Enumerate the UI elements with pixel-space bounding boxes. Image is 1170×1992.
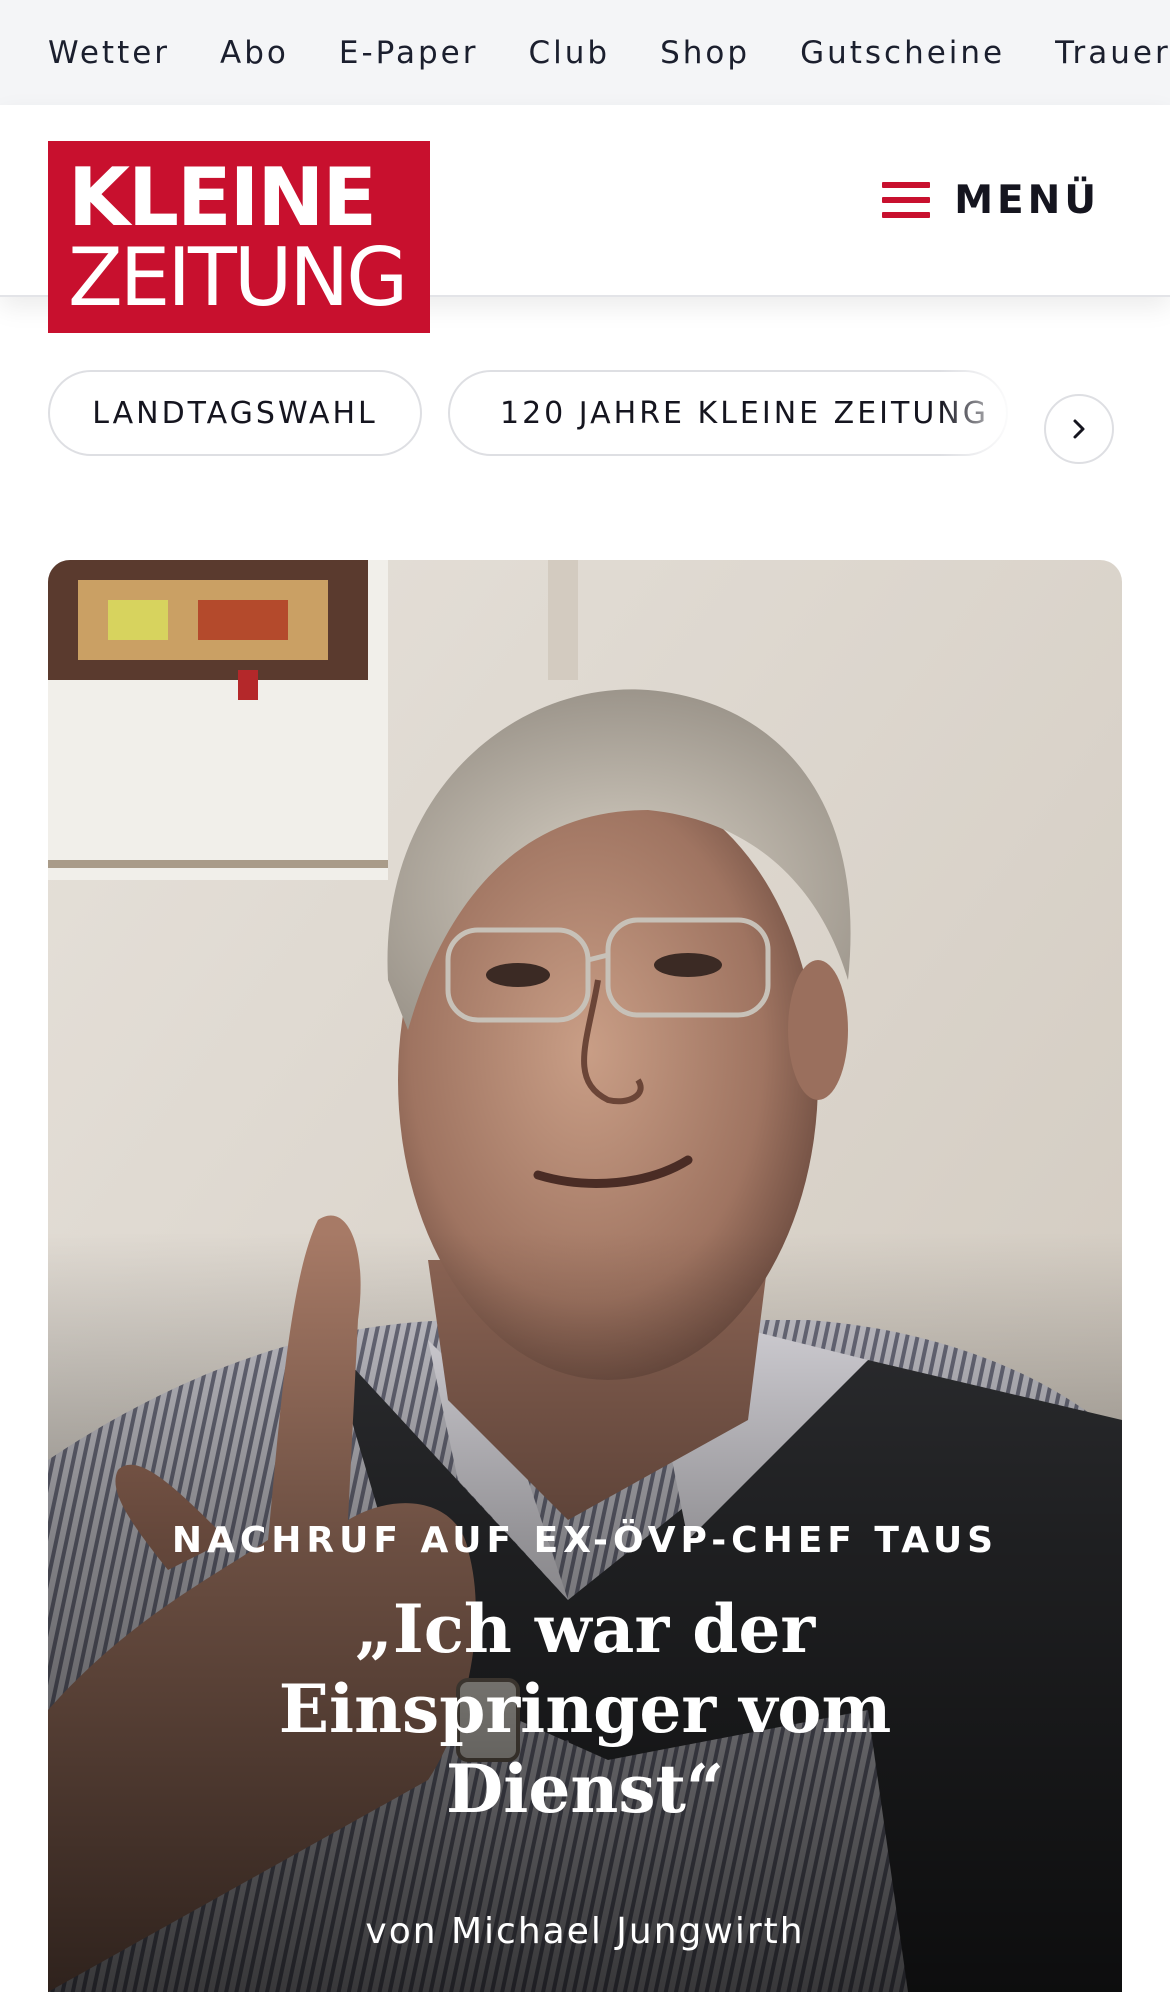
topbar-link-abo[interactable]: Abo [220,35,289,71]
site-logo[interactable]: KLEINE ZEITUNG [48,141,430,333]
top-utility-links: Wetter Abo E-Paper Club Shop Gutscheine … [48,0,1170,105]
logo-text-zeitung: ZEITUNG [68,231,408,324]
topic-chips-bar: LANDTAGSWAHL 120 JAHRE KLEINE ZEITUNG [0,360,1170,470]
topbar-link-gutscheine[interactable]: Gutscheine [800,35,1005,71]
topbar-link-club[interactable]: Club [528,35,610,71]
topbar-link-epaper[interactable]: E-Paper [339,35,479,71]
menu-button[interactable]: MENÜ [882,165,1100,235]
hero-kicker: NACHRUF AUF EX-ÖVP-CHEF TAUS [171,1520,999,1561]
chip-120-jahre[interactable]: 120 JAHRE KLEINE ZEITUNG [448,370,1008,456]
hero-text-block: NACHRUF AUF EX-ÖVP-CHEF TAUS „Ich war de… [48,1520,1122,1952]
topbar-link-trauerportal[interactable]: Trauerportal [1055,35,1170,71]
chevron-right-icon [1073,419,1085,439]
menu-label: MENÜ [954,177,1100,223]
hero-author: von Michael Jungwirth [365,1911,805,1952]
chips-next-button[interactable] [1044,394,1114,464]
chip-landtagswahl[interactable]: LANDTAGSWAHL [48,370,422,456]
topbar-link-shop[interactable]: Shop [660,35,750,71]
logo-text-kleine: KLEINE [68,151,377,244]
hero-article-card[interactable]: NACHRUF AUF EX-ÖVP-CHEF TAUS „Ich war de… [48,560,1122,1992]
hero-headline[interactable]: „Ich war der Einspringer vom Dienst“ [155,1589,1015,1829]
site-header: KLEINE ZEITUNG MENÜ [0,105,1170,333]
top-utility-bar: Wetter Abo E-Paper Club Shop Gutscheine … [0,0,1170,105]
chips-fade-overlay [940,360,1050,470]
topbar-link-wetter[interactable]: Wetter [48,35,170,71]
hamburger-icon [882,182,931,218]
